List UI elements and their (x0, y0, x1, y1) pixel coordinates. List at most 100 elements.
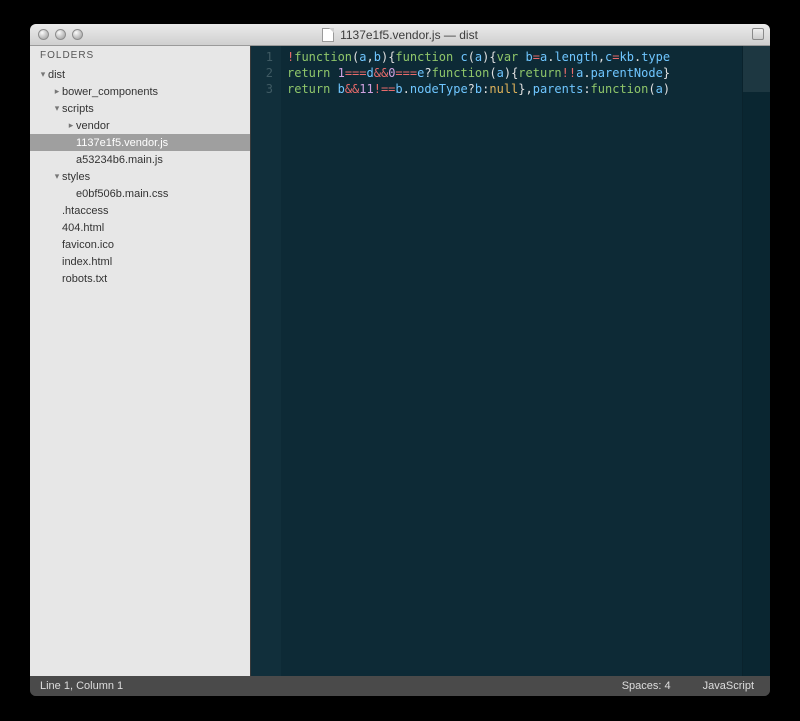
token: return (287, 66, 338, 80)
token: a (359, 50, 366, 64)
token: b (338, 82, 345, 96)
code-line[interactable]: !function(a,b){function c(a){var b=a.len… (287, 49, 742, 65)
editor[interactable]: 123 !function(a,b){function c(a){var b=a… (251, 46, 770, 676)
token: var (497, 50, 526, 64)
token: ){ (504, 66, 518, 80)
fullscreen-icon[interactable] (752, 28, 764, 40)
tree-item-label: .htaccess (62, 205, 108, 217)
line-number: 1 (251, 49, 281, 65)
token: 1 (338, 66, 345, 80)
token: : (583, 82, 590, 96)
tree-item-label: dist (48, 69, 65, 81)
token: return (518, 66, 561, 80)
tree-item-label: favicon.ico (62, 239, 114, 251)
token: null (489, 82, 518, 96)
tree-file[interactable]: favicon.ico (30, 236, 250, 253)
tree-folder[interactable]: ▾scripts (30, 100, 250, 117)
token: }, (518, 82, 532, 96)
token: ? (468, 82, 475, 96)
token: parents (533, 82, 584, 96)
token: length (554, 50, 597, 64)
minimap[interactable] (742, 46, 770, 676)
tree-file[interactable]: a53234b6.main.js (30, 151, 250, 168)
status-spaces[interactable]: Spaces: 4 (606, 680, 687, 692)
sidebar: FOLDERS ▾dist▸bower_components▾scripts▸v… (30, 46, 251, 676)
tree-folder[interactable]: ▾dist (30, 66, 250, 83)
tree-file[interactable]: .htaccess (30, 202, 250, 219)
token: ( (648, 82, 655, 96)
line-number: 2 (251, 65, 281, 81)
gutter: 123 (251, 46, 281, 676)
tree-folder[interactable]: ▾styles (30, 168, 250, 185)
minimap-thumb[interactable] (743, 46, 770, 92)
token: b (374, 50, 381, 64)
titlebar[interactable]: 1137e1f5.vendor.js — dist (30, 24, 770, 46)
tree-item-label: vendor (76, 120, 110, 132)
token: d (367, 66, 374, 80)
zoom-icon[interactable] (72, 29, 83, 40)
token: function (591, 82, 649, 96)
file-tree[interactable]: ▾dist▸bower_components▾scripts▸vendor113… (30, 66, 250, 676)
code-line[interactable]: return 1===d&&0===e?function(a){return!!… (287, 65, 742, 81)
code-line[interactable]: return b&&11!==b.nodeType?b:null},parent… (287, 81, 742, 97)
app-body: FOLDERS ▾dist▸bower_components▾scripts▸v… (30, 46, 770, 676)
token: ) (663, 82, 670, 96)
tree-item-label: 404.html (62, 222, 104, 234)
tree-folder[interactable]: ▸vendor (30, 117, 250, 134)
token: ? (424, 66, 431, 80)
tree-item-label: robots.txt (62, 273, 107, 285)
token: ( (489, 66, 496, 80)
token: b (395, 82, 402, 96)
sidebar-header: FOLDERS (30, 46, 250, 66)
token: . (583, 66, 590, 80)
window-title: 1137e1f5.vendor.js — dist (30, 28, 770, 42)
document-icon (322, 28, 334, 42)
token: type (641, 50, 670, 64)
code-area[interactable]: !function(a,b){function c(a){var b=a.len… (281, 46, 742, 676)
traffic-lights (30, 29, 83, 40)
token: c (460, 50, 467, 64)
token: === (345, 66, 367, 80)
chevron-down-icon[interactable]: ▾ (52, 103, 62, 114)
chevron-down-icon[interactable]: ▾ (38, 69, 48, 80)
chevron-right-icon[interactable]: ▸ (52, 86, 62, 97)
statusbar: Line 1, Column 1 Spaces: 4 JavaScript (30, 676, 770, 696)
tree-item-label: styles (62, 171, 90, 183)
token: a (497, 66, 504, 80)
tree-file[interactable]: robots.txt (30, 270, 250, 287)
token: ( (468, 50, 475, 64)
tree-item-label: 1137e1f5.vendor.js (76, 137, 168, 149)
token: && (374, 66, 388, 80)
token: } (663, 66, 670, 80)
token: function (294, 50, 352, 64)
token: b (526, 50, 533, 64)
token: && (345, 82, 359, 96)
token: nodeType (410, 82, 468, 96)
tree-item-label: scripts (62, 103, 94, 115)
tree-file[interactable]: e0bf506b.main.css (30, 185, 250, 202)
tree-item-label: index.html (62, 256, 112, 268)
token: parentNode (591, 66, 663, 80)
line-number: 3 (251, 81, 281, 97)
tree-file[interactable]: 404.html (30, 219, 250, 236)
minimize-icon[interactable] (55, 29, 66, 40)
chevron-right-icon[interactable]: ▸ (66, 120, 76, 131)
token: ){ (482, 50, 496, 64)
tree-file[interactable]: 1137e1f5.vendor.js (30, 134, 250, 151)
tree-item-label: bower_components (62, 86, 158, 98)
tree-item-label: a53234b6.main.js (76, 154, 163, 166)
tree-folder[interactable]: ▸bower_components (30, 83, 250, 100)
token: ){ (381, 50, 395, 64)
window-title-text: 1137e1f5.vendor.js — dist (340, 28, 478, 42)
token: kb (620, 50, 634, 64)
token: function (395, 50, 460, 64)
tree-file[interactable]: index.html (30, 253, 250, 270)
status-syntax[interactable]: JavaScript (687, 680, 770, 692)
token: !! (562, 66, 576, 80)
tree-item-label: e0bf506b.main.css (76, 188, 168, 200)
token: . (403, 82, 410, 96)
status-position[interactable]: Line 1, Column 1 (30, 680, 123, 692)
close-icon[interactable] (38, 29, 49, 40)
chevron-down-icon[interactable]: ▾ (52, 171, 62, 182)
app-window: 1137e1f5.vendor.js — dist FOLDERS ▾dist▸… (30, 24, 770, 696)
